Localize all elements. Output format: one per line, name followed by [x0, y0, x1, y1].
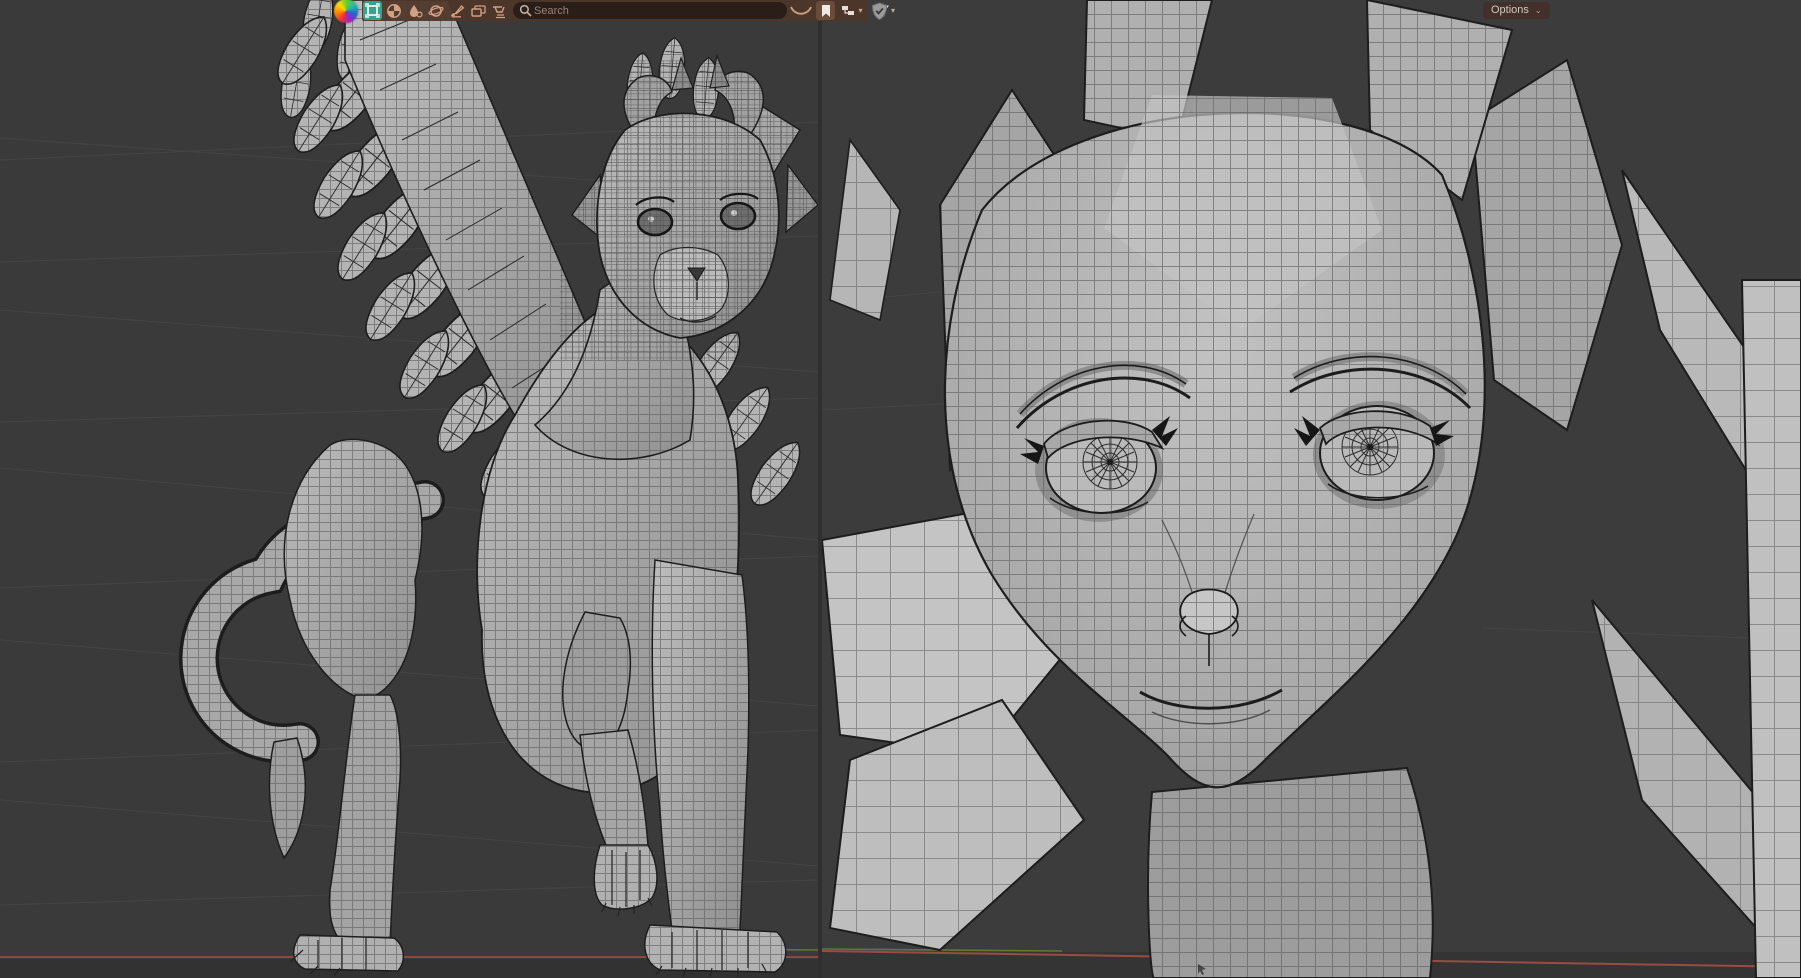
falloff-curve-icon[interactable]: [788, 1, 814, 20]
shield-check-icon[interactable]: [869, 1, 889, 21]
mouse-cursor: [1196, 963, 1208, 975]
viewport-divider[interactable]: [818, 0, 822, 978]
brush-icon[interactable]: [447, 1, 466, 20]
bookmark-icon[interactable]: [816, 1, 835, 20]
head-closeup-wireframe-canvas: [822, 0, 1801, 978]
search-input[interactable]: [532, 4, 756, 18]
creature-full-body: [0, 0, 818, 978]
chevron-down-icon: ⌄: [1535, 2, 1542, 19]
options-label: Options: [1491, 2, 1529, 19]
droplet-icon[interactable]: [405, 1, 424, 20]
box-select-tool-icon[interactable]: [363, 1, 382, 20]
viewport-head-closeup[interactable]: [822, 0, 1801, 978]
scrape-tool-icon[interactable]: [489, 1, 508, 20]
creature-head-closeup: [822, 0, 1801, 978]
falloff-sphere-icon[interactable]: [384, 1, 403, 20]
search-icon: [519, 4, 532, 17]
options-button[interactable]: Options ⌄: [1483, 2, 1550, 19]
chevron-down-icon: ▾: [891, 6, 895, 15]
layers-icon[interactable]: [468, 1, 487, 20]
matcap-sphere-icon[interactable]: [334, 0, 358, 23]
viewport-full-body[interactable]: [0, 0, 818, 978]
orbit-sphere-icon[interactable]: [426, 1, 445, 20]
tool-strip: ▾ ▾: [362, 0, 868, 21]
search-field[interactable]: [513, 2, 787, 19]
blender-window: ▾ ▾ Options ⌄: [0, 0, 1801, 978]
collections-icon[interactable]: ▾: [837, 1, 867, 20]
chevron-down-icon: ▾: [858, 6, 862, 15]
full-body-wireframe-canvas: [0, 0, 818, 978]
